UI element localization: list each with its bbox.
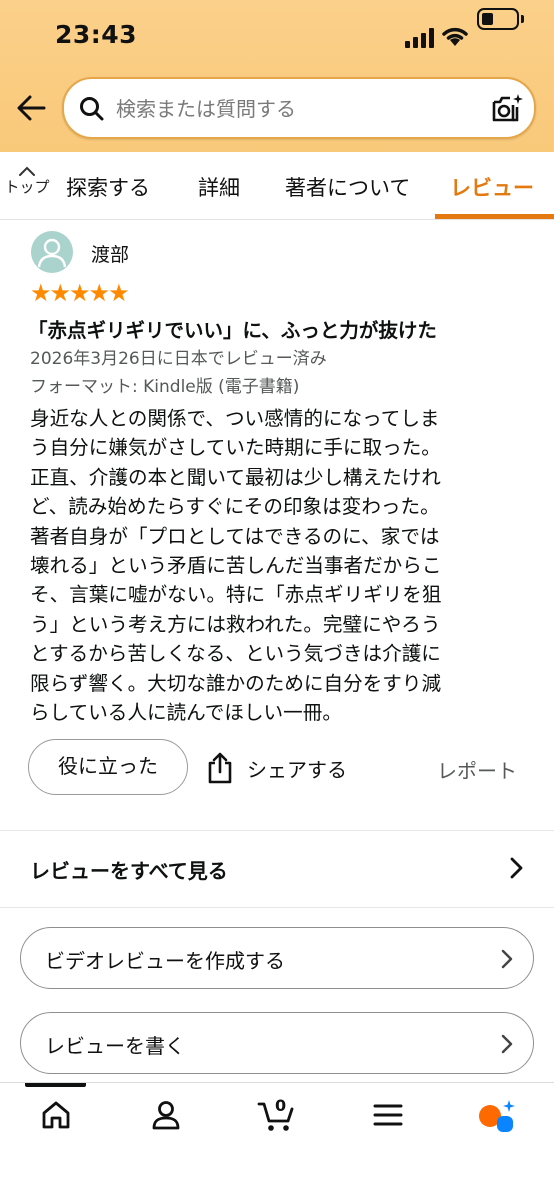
battery-tip [521,15,524,23]
review-body-line: 限らず響く。大切な誰かのために自分をすり減 [30,671,442,695]
write-review-button[interactable]: レビューを書く [20,1012,534,1074]
search-icon [80,97,104,121]
tab-details[interactable]: 詳細 [198,172,240,202]
share-icon [208,752,232,784]
rufus-icon[interactable] [477,1099,517,1135]
status-bar: 23:43 [0,18,554,58]
camera-search-icon[interactable] [490,93,524,125]
divider [0,830,554,831]
chevron-right-icon [501,949,513,969]
review-body-line: 壊れる」という矛盾に苦しんだ当事者だからこ [30,554,442,578]
create-video-review-button[interactable]: ビデオレビューを作成する [20,927,534,989]
review-body-line: 正直、介護の本と聞いて最初は少し構えたけれ [30,465,441,489]
back-arrow-icon[interactable] [14,92,50,124]
avatar [31,231,73,273]
review-body-line: そ、言葉に嘘がない。特に「赤点ギリギリを狙 [30,583,442,607]
scroll-to-top-label: トップ [4,178,50,196]
review-body-line: らしている人に読んでほしい一冊。 [30,701,342,725]
header: 23:43 [0,0,554,152]
review-body-line: 身近な人との関係で、つい感情的になってしま [30,407,440,430]
chevron-right-icon [501,1034,513,1054]
review-body-line: 著者自身が「プロとしてはできるのに、家では [30,524,440,548]
user-silhouette-icon [37,238,67,268]
tab-bar: トップ 探索する 詳細 著者について レビュー [0,152,554,220]
tab-about-author[interactable]: 著者について [285,172,410,202]
review-title: 「赤点ギリギリでいい」に、ふっと力が抜けた [28,319,437,342]
divider [0,907,554,908]
search-input[interactable] [116,91,486,127]
search-bar[interactable] [62,77,536,139]
review-body-line: ど、読み始めたらすぐにその印象は変わった。 [30,495,440,519]
status-time: 23:43 [55,20,138,49]
create-video-review-label: ビデオレビューを作成する [45,949,285,973]
report-link[interactable]: レポート [437,755,517,784]
helpful-button[interactable]: 役に立った [28,739,188,795]
wifi-icon [442,27,468,46]
signal-icon [405,28,434,48]
tab-reviews[interactable]: レビュー [450,172,534,202]
account-icon[interactable] [150,1099,182,1131]
active-nav-indicator [25,1083,86,1087]
review-body-line: う」という考え方には救われた。完璧にやろう [30,612,441,636]
reviewer-name: 渡部 [91,244,130,266]
see-all-reviews-link[interactable]: レビューをすべて見る [0,832,554,906]
home-icon[interactable] [40,1099,72,1131]
review-body-line: とするから苦しくなる、という気づきは介護に [30,642,441,666]
cart-count: 0 [275,1096,287,1115]
menu-icon[interactable] [372,1099,404,1131]
scroll-to-top-button[interactable]: トップ [0,164,54,212]
active-tab-indicator [435,214,554,219]
review-format: フォーマット: Kindle版 (電子書籍) [30,377,300,397]
review-body-line: う自分に嫌気がさしていた時期に手に取った。 [30,436,441,460]
review-body: 身近な人との関係で、つい感情的になってしま う自分に嫌気がさしていた時期に手に取… [30,404,530,727]
chevron-right-icon [510,857,523,879]
review-date: 2026年3月26日に日本でレビュー済み [30,349,327,369]
write-review-label: レビューを書く [45,1034,185,1058]
battery-icon [477,8,519,30]
see-all-reviews-label: レビューをすべて見る [30,859,228,883]
tab-explore[interactable]: 探索する [66,172,150,202]
share-label: シェアする [247,758,347,782]
star-rating: ★★★★★ [30,279,130,307]
